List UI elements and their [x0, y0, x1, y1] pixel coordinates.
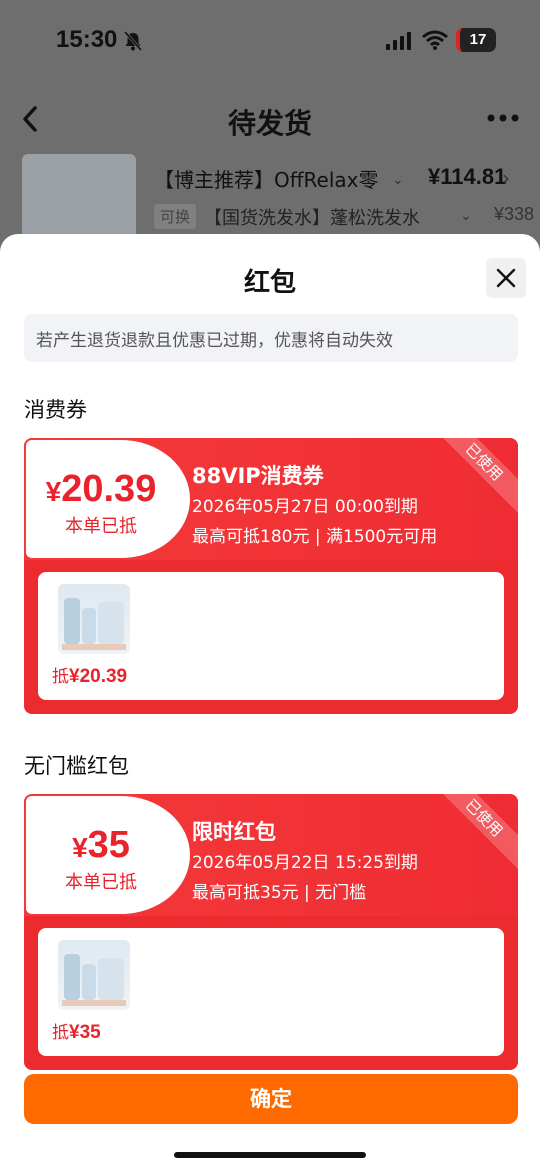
order-product-row[interactable]: 【博主推荐】OffRelax零 ⌄ ¥114.81 › 可换 【国货洗发水】蓬松… — [22, 154, 534, 244]
chevron-down-icon[interactable]: ⌄ — [392, 172, 404, 188]
coupon-amount-panel: ¥20.39 本单已抵 — [26, 440, 190, 558]
wifi-icon — [422, 30, 448, 50]
product-price: ¥114.81 — [428, 164, 507, 189]
chevron-right-icon[interactable]: › — [502, 166, 510, 190]
coupon-card[interactable]: ¥20.39 本单已抵 88VIP消费券 2026年05月27日 00:00到期… — [24, 438, 518, 714]
coupon-status: 本单已抵 — [65, 872, 137, 893]
product-thumbnail — [58, 940, 130, 1010]
expiry-notice: 若产生退货退款且优惠已过期，优惠将自动失效 — [24, 314, 518, 362]
page-title: 待发货 — [227, 107, 312, 140]
status-bar: 15:30 17 — [0, 24, 540, 60]
coupon-rule: 最高可抵180元 | 满1500元可用 — [192, 527, 438, 547]
navbar: 待发货 — [0, 96, 540, 144]
coupon-expiry: 2026年05月22日 15:25到期 — [192, 853, 418, 873]
coupon-name: 88VIP消费券 — [192, 464, 324, 488]
silent-bell-icon — [123, 31, 143, 51]
product-thumbnail — [22, 154, 136, 244]
status-time: 15:30 — [56, 26, 118, 53]
product-thumbnail — [58, 584, 130, 654]
section-title-no-threshold: 无门槛红包 — [24, 754, 129, 778]
close-icon — [496, 268, 516, 288]
coupon-amount: ¥20.39 — [45, 468, 157, 510]
home-indicator — [174, 1152, 366, 1158]
coupon-rule: 最高可抵35元 | 无门槛 — [192, 883, 367, 903]
product-sub-name: 【国货洗发水】蓬松洗发水 — [204, 208, 420, 229]
coupon-amount-panel: ¥35 本单已抵 — [26, 796, 190, 914]
product-deduction: 抵¥20.39 — [52, 666, 128, 687]
coupon-status: 本单已抵 — [65, 516, 137, 537]
coupon-products: 抵¥20.39 — [38, 572, 504, 700]
coupon-expiry: 2026年05月27日 00:00到期 — [192, 497, 418, 517]
section-title-consumption-coupon: 消费券 — [24, 398, 87, 422]
exchange-tag: 可换 — [154, 204, 197, 229]
sheet-title: 红包 — [243, 268, 296, 298]
chevron-down-icon[interactable]: ⌄ — [460, 208, 472, 224]
coupon-amount: ¥35 — [72, 824, 130, 866]
signal-icon — [386, 32, 411, 50]
close-button[interactable] — [486, 258, 526, 298]
coupon-name: 限时红包 — [192, 820, 276, 844]
confirm-button[interactable]: 确定 — [24, 1074, 518, 1124]
background-page: 15:30 17 待发货 【博主推荐】OffRelax零 ⌄ ¥114.81 ›… — [0, 0, 540, 260]
product-deduction: 抵¥35 — [52, 1022, 101, 1043]
red-packet-sheet: 红包 若产生退货退款且优惠已过期，优惠将自动失效 消费券 ¥20.39 本单已抵… — [0, 234, 540, 1170]
coupon-card[interactable]: ¥35 本单已抵 限时红包 2026年05月22日 15:25到期 最高可抵35… — [24, 794, 518, 1070]
coupon-products: 抵¥35 — [38, 928, 504, 1056]
product-name: 【博主推荐】OffRelax零 — [154, 168, 379, 192]
battery-indicator: 17 — [456, 28, 496, 52]
more-icon[interactable] — [486, 108, 520, 128]
product-sub-price: ¥338 — [494, 204, 535, 224]
